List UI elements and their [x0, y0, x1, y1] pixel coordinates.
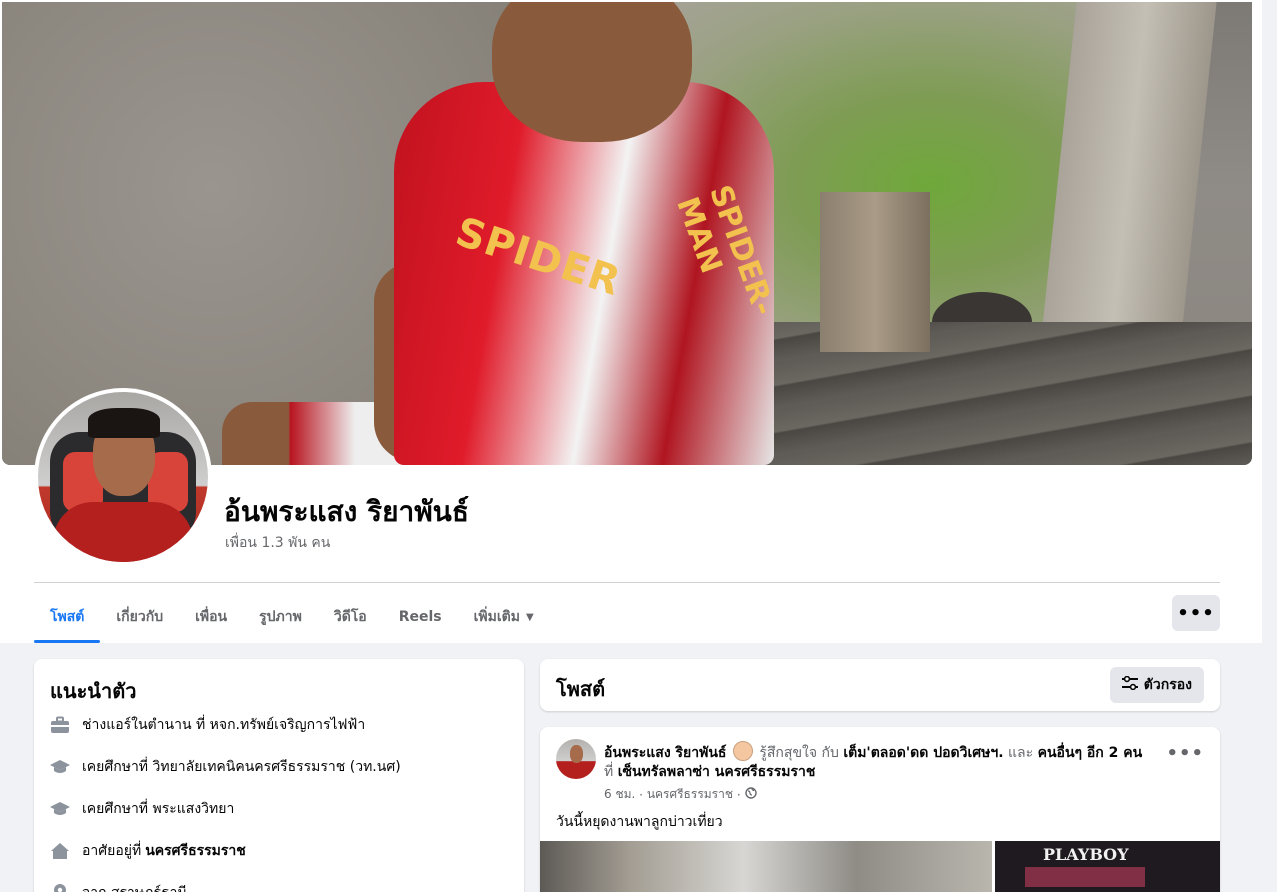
profile-name: อ้นพระแสง ริยาพันธ์ [224, 495, 469, 528]
intro-item-text: ช่างแอร์ในตำนาน ที่ หจก.ทรัพย์เจริญการไฟ… [82, 717, 366, 733]
tab-label: เพิ่มเติม [473, 609, 520, 625]
profile-tabs: โพสต์ เกี่ยวกับ เพื่อน รูปภาพ วิดีโอ Ree… [34, 592, 550, 643]
intro-item-text: เคยศึกษาที่ วิทยาลัยเทคนิคนครศรีธรรมราช … [82, 759, 401, 775]
avatar-hair [88, 408, 160, 438]
tab-posts[interactable]: โพสต์ [34, 592, 101, 643]
intro-card: แนะนำตัว ช่างแอร์ในตำนาน ที่ หจก.ทรัพย์เ… [34, 659, 524, 892]
tab-more[interactable]: เพิ่มเติม ▼ [458, 592, 550, 642]
tab-about[interactable]: เกี่ยวกับ [100, 592, 179, 642]
filter-button[interactable]: ตัวกรอง [1109, 667, 1204, 703]
cover-deck [742, 322, 1252, 465]
meta-separator: · [736, 787, 741, 802]
intro-item-lives-in: อาศัยอยู่ที่ นครศรีธรรมราช [50, 839, 246, 863]
globe-public-icon [744, 787, 757, 802]
intro-item-education-school: เคยศึกษาที่ พระแสงวิทยา [50, 797, 234, 821]
post-photo-neon [1025, 867, 1145, 887]
tab-label: เกี่ยวกับ [116, 609, 164, 625]
post-options-button[interactable]: ••• [1166, 743, 1204, 764]
intro-title: แนะนำตัว [50, 679, 137, 703]
intro-item-work: ช่างแอร์ในตำนาน ที่ หจก.ทรัพย์เจริญการไฟ… [50, 713, 365, 737]
location-pin-icon [50, 883, 70, 892]
post-meta: 6 ชม. · นครศรีธรรมราช · [604, 785, 757, 804]
post-photo-2[interactable]: PLAYBOY [995, 841, 1220, 892]
tab-videos[interactable]: วิดีโอ [318, 592, 383, 642]
avatar-photo [38, 392, 208, 562]
meta-separator: · [639, 787, 643, 802]
intro-item-from: จาก สุราษฎร์ธานี [50, 881, 187, 892]
home-icon [50, 841, 70, 861]
caret-down-icon: ▼ [525, 611, 534, 623]
feed-post: อ้นพระแสง ริยาพันธ์ รู้สึกสุขใจ กับ เต็ม… [540, 727, 1220, 892]
post-avatar-face [570, 745, 583, 763]
posts-title: โพสต์ [556, 677, 606, 701]
post-and-text: และ [1008, 745, 1034, 761]
intro-item-text: เคยศึกษาที่ พระแสงวิทยา [82, 801, 235, 817]
post-at-text: ที่ [604, 764, 614, 780]
page-edge [1262, 0, 1277, 643]
post-place-link[interactable]: เซ็นทรัลพลาซ่า นครศรีธรรมราช [618, 764, 816, 780]
tab-photos[interactable]: รูปภาพ [243, 592, 318, 642]
avatar-shirt [53, 502, 193, 562]
tab-label: รูปภาพ [259, 609, 302, 625]
post-time[interactable]: 6 ชม. [604, 785, 635, 804]
post-photo-sign: PLAYBOY [1043, 845, 1129, 864]
tab-label: วิดีโอ [333, 609, 367, 625]
briefcase-icon [50, 715, 70, 735]
filter-label: ตัวกรอง [1143, 677, 1192, 693]
post-photo-1[interactable] [540, 841, 992, 892]
post-tagged-others[interactable]: คนอื่นๆ อีก 2 คน [1038, 745, 1143, 761]
posts-header-card: โพสต์ ตัวกรอง [540, 659, 1220, 711]
profile-avatar[interactable] [34, 388, 212, 566]
post-author-name[interactable]: อ้นพระแสง ริยาพันธ์ [604, 745, 726, 761]
feeling-emoji-icon [732, 741, 753, 761]
intro-item-text: จาก สุราษฎร์ธานี [82, 882, 187, 892]
post-text: วันนี้หยุดงานพาลูกบ่าวเที่ยว [556, 814, 723, 830]
intro-item-education-college: เคยศึกษาที่ วิทยาลัยเทคนิคนครศรีธรรมราช … [50, 755, 401, 779]
post-feeling: รู้สึกสุขใจ กับ [759, 745, 839, 761]
cover-child-head [492, 2, 692, 142]
post-location[interactable]: นครศรีธรรมราช [647, 785, 733, 804]
friend-count-link[interactable]: เพื่อน 1.3 พัน คน [225, 532, 330, 554]
post-header-text: อ้นพระแสง ริยาพันธ์ รู้สึกสุขใจ กับ เต็ม… [604, 741, 1174, 782]
cover-post [820, 192, 930, 352]
filter-sliders-icon [1121, 675, 1138, 694]
profile-more-button[interactable]: ••• [1172, 595, 1220, 631]
header-divider [34, 582, 1220, 583]
intro-item-text: อาศัยอยู่ที่ [82, 843, 142, 859]
graduation-cap-icon [50, 799, 70, 819]
post-author-avatar[interactable] [556, 739, 596, 779]
cover-photo[interactable]: SPIDER SPIDER-MAN [2, 2, 1252, 465]
tab-reels[interactable]: Reels [383, 592, 458, 642]
intro-item-link[interactable]: นครศรีธรรมราช [145, 840, 246, 862]
tab-label: Reels [398, 609, 442, 625]
graduation-cap-icon [50, 757, 70, 777]
tab-label: เพื่อน [195, 609, 228, 625]
tab-label: โพสต์ [50, 609, 85, 625]
post-tagged-friend[interactable]: เต็ม'ตลอด'ดด ปอดวิเศษฯ. [843, 745, 1003, 761]
tab-friends[interactable]: เพื่อน [179, 592, 243, 642]
